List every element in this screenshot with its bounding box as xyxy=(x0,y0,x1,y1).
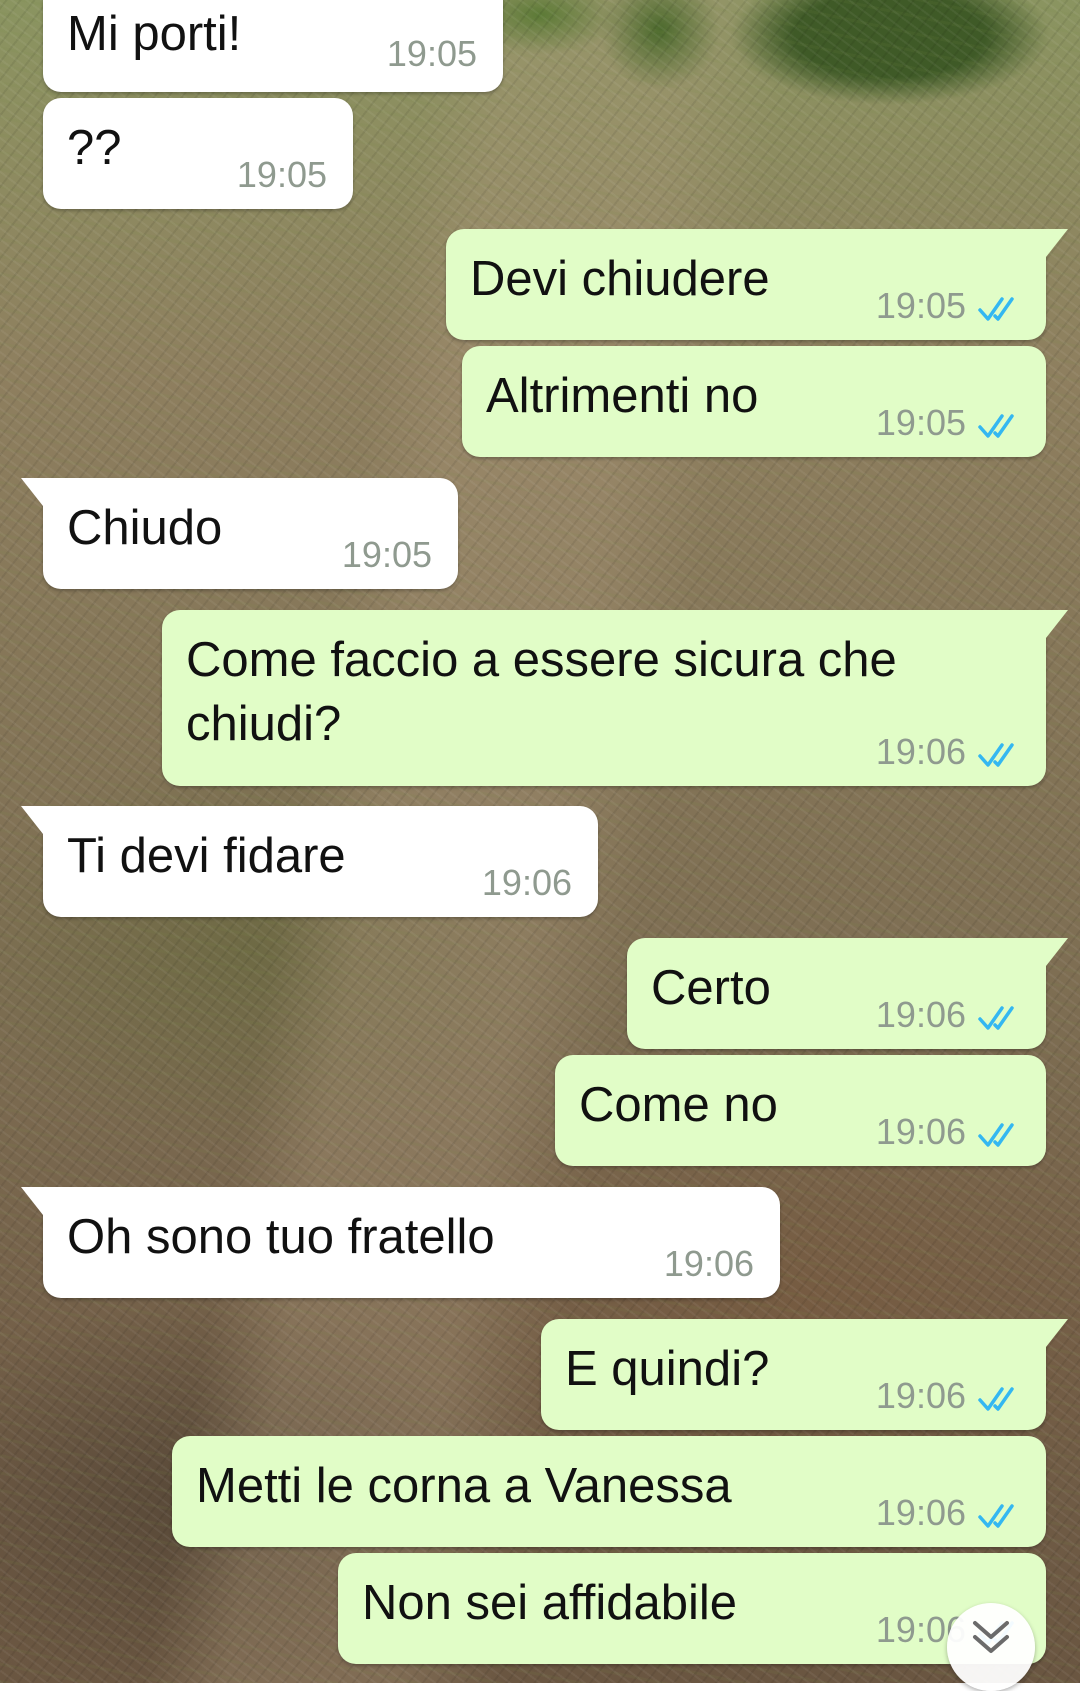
outgoing-message-bubble[interactable]: Non sei affidabile 19:06 xyxy=(338,1553,1046,1664)
outgoing-message-bubble[interactable]: Devi chiudere 19:05 xyxy=(446,229,1068,340)
message-text: Certo xyxy=(651,961,771,1015)
outgoing-message-bubble[interactable]: Certo 19:06 xyxy=(627,938,1068,1049)
outgoing-message-bubble[interactable]: Metti le corna a Vanessa 19:06 xyxy=(172,1436,1046,1547)
message-timestamp: 19:05 xyxy=(341,534,432,575)
message-text: Mi porti! xyxy=(67,7,242,61)
message-timestamp: 19:06 xyxy=(875,731,966,772)
message-text: Ti devi fidare xyxy=(67,829,346,883)
read-double-check-icon xyxy=(978,297,1014,321)
message-timestamp: 19:05 xyxy=(386,33,477,74)
outgoing-message-bubble[interactable]: Come no 19:06 xyxy=(555,1055,1046,1166)
message-timestamp: 19:05 xyxy=(236,154,327,195)
message-timestamp: 19:06 xyxy=(875,994,966,1035)
message-text: Altrimenti no xyxy=(486,369,759,423)
message-list[interactable]: Mi porti! 19:05 ?? 19:05 Devi chiudere 1… xyxy=(0,0,1080,1683)
incoming-message-bubble[interactable]: Oh sono tuo fratello 19:06 xyxy=(21,1187,780,1298)
message-text: Chiudo xyxy=(67,501,223,555)
message-text: E quindi? xyxy=(565,1342,770,1396)
incoming-message-bubble[interactable]: Ti devi fidare 19:06 xyxy=(21,806,598,917)
read-double-check-icon xyxy=(978,1123,1014,1147)
message-timestamp: 19:06 xyxy=(875,1492,966,1533)
incoming-message-bubble[interactable]: Chiudo 19:05 xyxy=(21,478,458,589)
message-text: ?? xyxy=(67,121,122,175)
message-text: Oh sono tuo fratello xyxy=(67,1210,495,1264)
message-timestamp: 19:05 xyxy=(875,402,966,443)
message-timestamp: 19:06 xyxy=(875,1375,966,1416)
incoming-message-bubble[interactable]: Mi porti! 19:05 xyxy=(43,0,503,92)
message-text: Come faccio a essere sicura che chiudi? xyxy=(186,633,897,751)
read-double-check-icon xyxy=(978,1387,1014,1411)
outgoing-message-bubble[interactable]: Altrimenti no 19:05 xyxy=(462,346,1046,457)
double-chevron-down-icon xyxy=(973,1621,1009,1653)
message-timestamp: 19:05 xyxy=(875,285,966,326)
message-text: Devi chiudere xyxy=(470,252,770,306)
message-timestamp: 19:06 xyxy=(875,1111,966,1152)
read-double-check-icon xyxy=(978,1006,1014,1030)
message-timestamp: 19:06 xyxy=(663,1243,754,1284)
message-text: Non sei affidabile xyxy=(362,1576,738,1630)
message-text: Come no xyxy=(579,1078,778,1132)
scroll-to-bottom-button[interactable] xyxy=(947,1603,1035,1691)
message-text: Metti le corna a Vanessa xyxy=(196,1459,732,1513)
message-timestamp: 19:06 xyxy=(481,862,572,903)
read-double-check-icon xyxy=(978,743,1014,767)
outgoing-message-bubble[interactable]: Come faccio a essere sicura che chiudi? … xyxy=(162,610,1068,786)
outgoing-message-bubble[interactable]: E quindi? 19:06 xyxy=(541,1319,1068,1430)
read-double-check-icon xyxy=(978,414,1014,438)
read-double-check-icon xyxy=(978,1504,1014,1528)
incoming-message-bubble[interactable]: ?? 19:05 xyxy=(43,98,353,209)
